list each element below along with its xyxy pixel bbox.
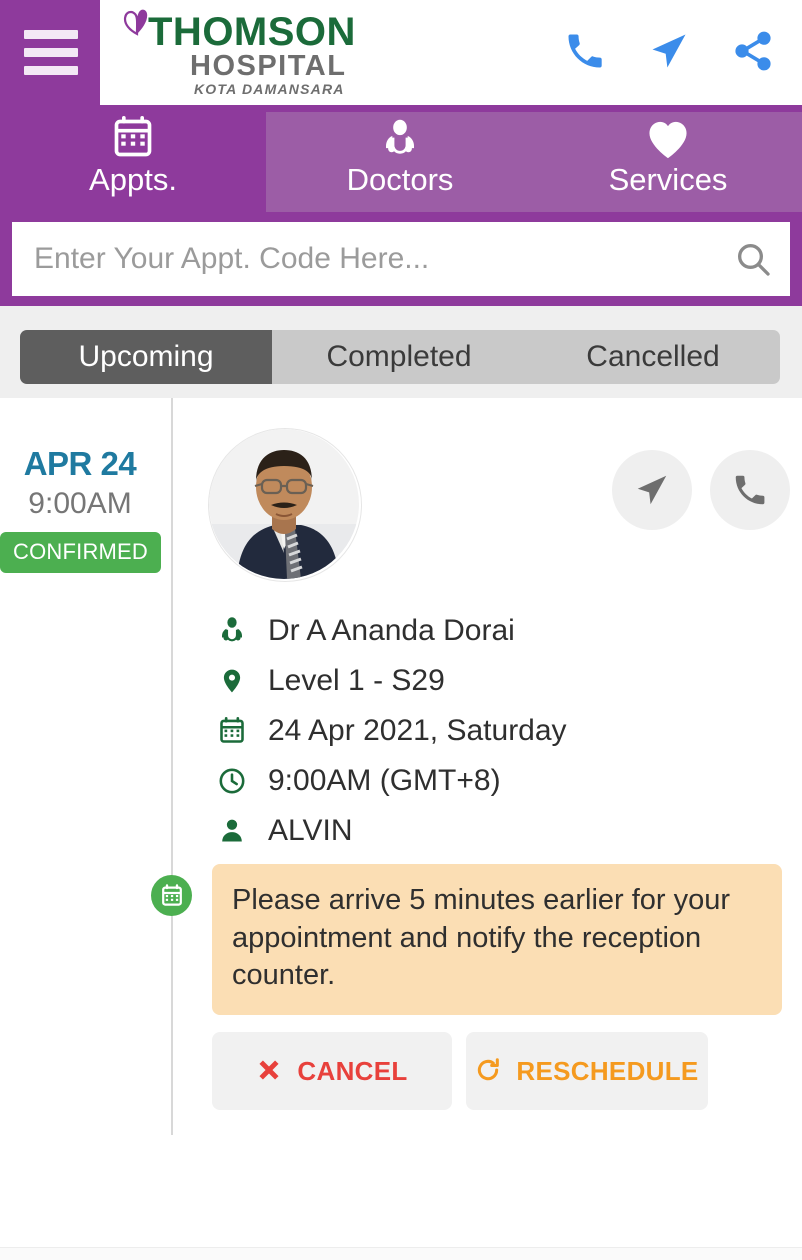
detail-row-location: Level 1 - S29 — [214, 656, 782, 706]
reschedule-button-label: RESCHEDULE — [516, 1055, 699, 1086]
navigate-icon[interactable] — [646, 28, 692, 74]
logo-subtitle: HOSPITAL — [190, 50, 347, 82]
calendar-icon — [214, 717, 250, 745]
phone-icon[interactable] — [562, 28, 608, 74]
tab-appts-label: Appts. — [89, 162, 177, 197]
appointment-time-short: 9:00AM — [28, 487, 132, 521]
appointments-list: APR 24 9:00AM CONFIRMED Dr A Ananda Dora… — [0, 398, 802, 1260]
tab-doctors[interactable]: Doctors — [266, 105, 534, 212]
appointment-date-short: APR 24 — [23, 445, 137, 482]
refresh-icon — [475, 1057, 501, 1086]
person-icon — [214, 817, 250, 845]
notice-box: Please arrive 5 minutes earlier for your… — [212, 864, 782, 1016]
appointment-details: Dr A Ananda Dorai Level 1 - S29 24 Apr 2… — [214, 606, 782, 856]
appointment-card: APR 24 9:00AM CONFIRMED Dr A Ananda Dora… — [0, 398, 802, 1138]
logo-location: KOTA DAMANSARA — [194, 81, 345, 97]
menu-bar — [24, 48, 78, 57]
hamburger-menu-icon[interactable] — [24, 30, 78, 76]
location-pin-icon — [214, 666, 250, 696]
detail-time: 9:00AM (GMT+8) — [268, 764, 501, 797]
detail-patient-name: ALVIN — [268, 814, 353, 847]
search-icon[interactable] — [716, 222, 790, 296]
detail-row-date: 24 Apr 2021, Saturday — [214, 706, 782, 756]
logo-title: THOMSON — [148, 10, 356, 54]
share-icon[interactable] — [730, 28, 776, 74]
search-box[interactable] — [12, 222, 790, 296]
tab-services-label: Services — [608, 162, 728, 197]
cross-icon — [256, 1057, 282, 1086]
notice-text: Please arrive 5 minutes earlier for your… — [232, 884, 731, 992]
phone-icon[interactable] — [710, 450, 790, 530]
navigate-icon[interactable] — [612, 450, 692, 530]
search-input[interactable] — [12, 241, 716, 277]
reschedule-button[interactable]: RESCHEDULE — [466, 1032, 708, 1110]
doctor-icon — [379, 119, 421, 160]
appointment-actions: CANCEL RESCHEDULE — [212, 1032, 708, 1110]
cancel-button-label: CANCEL — [297, 1055, 408, 1086]
detail-row-time: 9:00AM (GMT+8) — [214, 756, 782, 806]
appointment-date-column: APR 24 9:00AM CONFIRMED — [0, 445, 162, 574]
tab-services[interactable]: Services — [534, 105, 802, 212]
detail-row-doctor: Dr A Ananda Dorai — [214, 606, 782, 656]
card-action-buttons — [612, 450, 790, 530]
filter-pill-group: Upcoming Completed Cancelled — [20, 330, 780, 384]
filter-completed[interactable]: Completed — [272, 330, 526, 384]
heart-icon — [646, 121, 690, 160]
detail-date: 24 Apr 2021, Saturday — [268, 714, 567, 747]
timeline-divider — [171, 398, 173, 1135]
calendar-icon — [111, 116, 155, 160]
doctor-portrait — [209, 429, 359, 579]
tab-doctors-label: Doctors — [346, 162, 454, 197]
cancel-button[interactable]: CANCEL — [212, 1032, 452, 1110]
menu-bar — [24, 66, 78, 75]
clock-icon — [214, 767, 250, 795]
detail-row-patient: ALVIN — [214, 806, 782, 856]
header-action-bar — [562, 28, 776, 74]
bottom-strip — [0, 1247, 802, 1260]
menu-bar — [24, 30, 78, 39]
search-bar-container — [0, 212, 802, 306]
filter-upcoming[interactable]: Upcoming — [20, 330, 272, 384]
main-nav-tabs: Appts. Doctors Services — [0, 105, 802, 212]
detail-location: Level 1 - S29 — [268, 664, 445, 697]
filter-cancelled[interactable]: Cancelled — [526, 330, 780, 384]
doctor-icon — [214, 616, 250, 646]
app-header: THOMSON HOSPITAL KOTA DAMANSARA Appts. D… — [0, 0, 802, 212]
status-filter-bar: Upcoming Completed Cancelled — [0, 306, 802, 398]
timeline-calendar-icon — [151, 875, 192, 916]
hospital-logo: THOMSON HOSPITAL KOTA DAMANSARA — [108, 0, 358, 105]
tab-appts[interactable]: Appts. — [0, 105, 266, 212]
detail-doctor-name: Dr A Ananda Dorai — [268, 614, 515, 647]
avatar — [208, 428, 362, 582]
status-badge: CONFIRMED — [0, 532, 162, 574]
